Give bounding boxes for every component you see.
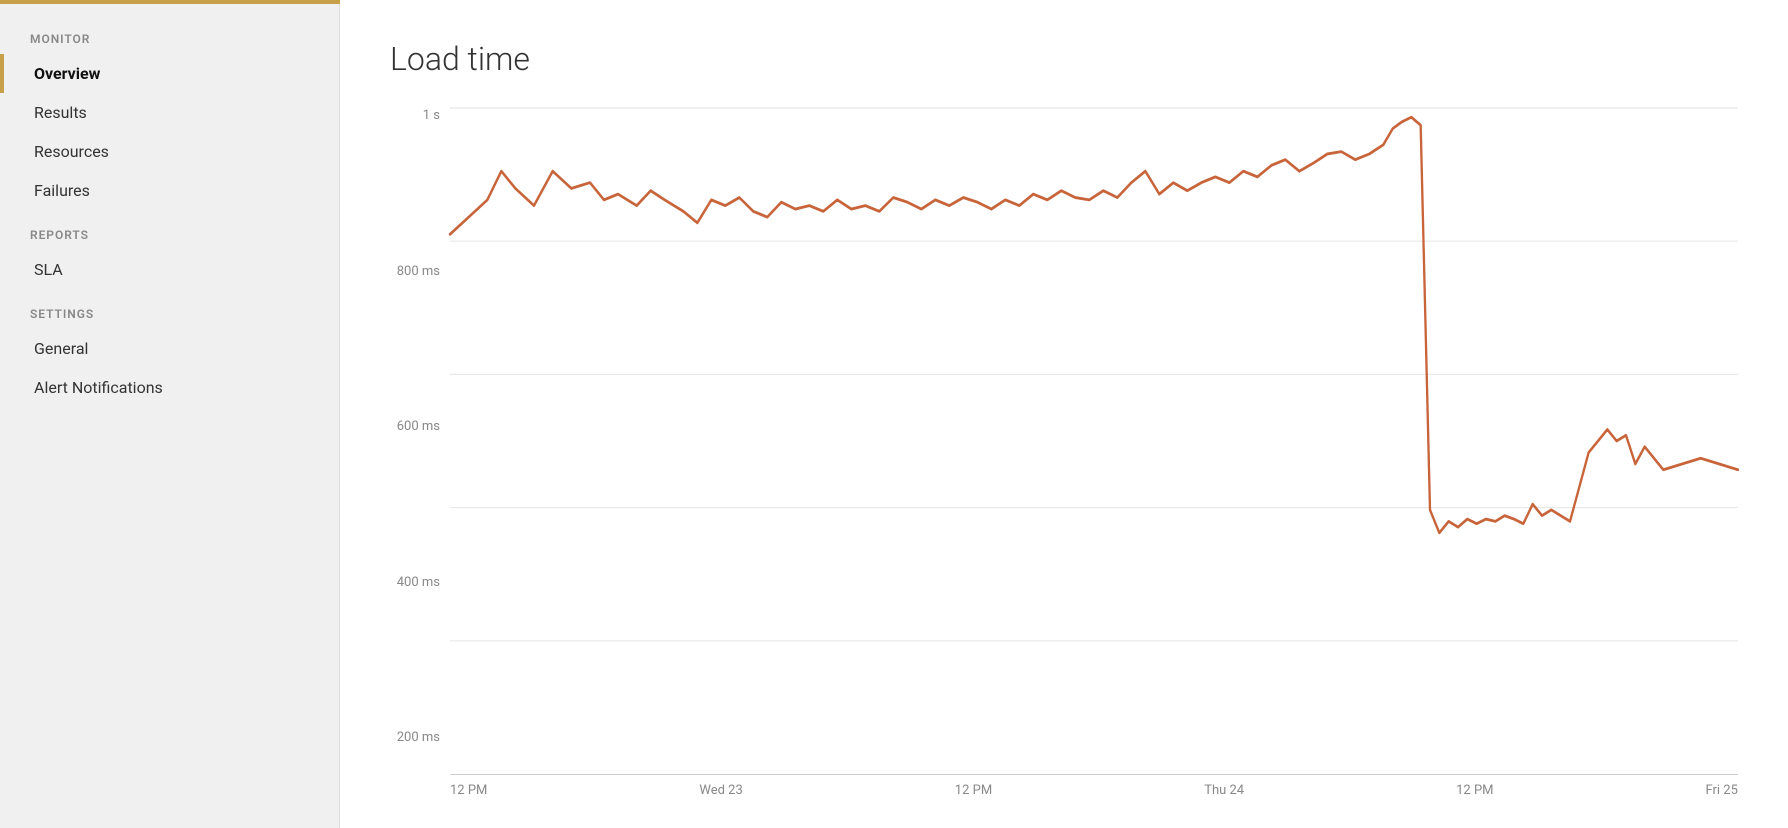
chart-plot — [450, 108, 1738, 775]
sidebar: MONITOR Overview Results Resources Failu… — [0, 0, 340, 828]
y-label-200ms: 200 ms — [397, 730, 440, 745]
y-label-400ms: 400 ms — [397, 575, 440, 590]
chart-line — [450, 117, 1738, 533]
chart-title: Load time — [390, 40, 1738, 78]
sidebar-section-settings: SETTINGS — [0, 289, 339, 329]
line-chart-svg — [450, 108, 1738, 774]
chart-area: 1 s 800 ms 600 ms 400 ms 200 ms — [390, 108, 1738, 798]
x-axis: 12 PM Wed 23 12 PM Thu 24 12 PM Fri 25 — [390, 775, 1738, 798]
x-label-12pm-1: 12 PM — [450, 783, 487, 798]
x-label-12pm-3: 12 PM — [1456, 783, 1493, 798]
sidebar-item-overview[interactable]: Overview — [0, 54, 339, 93]
sidebar-item-sla[interactable]: SLA — [0, 250, 339, 289]
x-label-12pm-2: 12 PM — [955, 783, 992, 798]
sidebar-item-general[interactable]: General — [0, 329, 339, 368]
sidebar-item-alert-notifications[interactable]: Alert Notifications — [0, 368, 339, 407]
sidebar-section-monitor: MONITOR — [0, 14, 339, 54]
sidebar-item-resources[interactable]: Resources — [0, 132, 339, 171]
y-label-600ms: 600 ms — [397, 419, 440, 434]
sidebar-section-reports: REPORTS — [0, 210, 339, 250]
sidebar-item-results[interactable]: Results — [0, 93, 339, 132]
main-content: Load time 1 s 800 ms 600 ms 400 ms 200 m… — [340, 0, 1788, 828]
x-label-thu24: Thu 24 — [1204, 783, 1244, 798]
y-label-800ms: 800 ms — [397, 264, 440, 279]
sidebar-item-failures[interactable]: Failures — [0, 171, 339, 210]
y-axis: 1 s 800 ms 600 ms 400 ms 200 ms — [390, 108, 450, 775]
x-label-wed23: Wed 23 — [699, 783, 742, 798]
top-accent-bar — [0, 0, 340, 4]
x-label-fri25: Fri 25 — [1706, 783, 1738, 798]
y-label-1s: 1 s — [423, 108, 440, 123]
